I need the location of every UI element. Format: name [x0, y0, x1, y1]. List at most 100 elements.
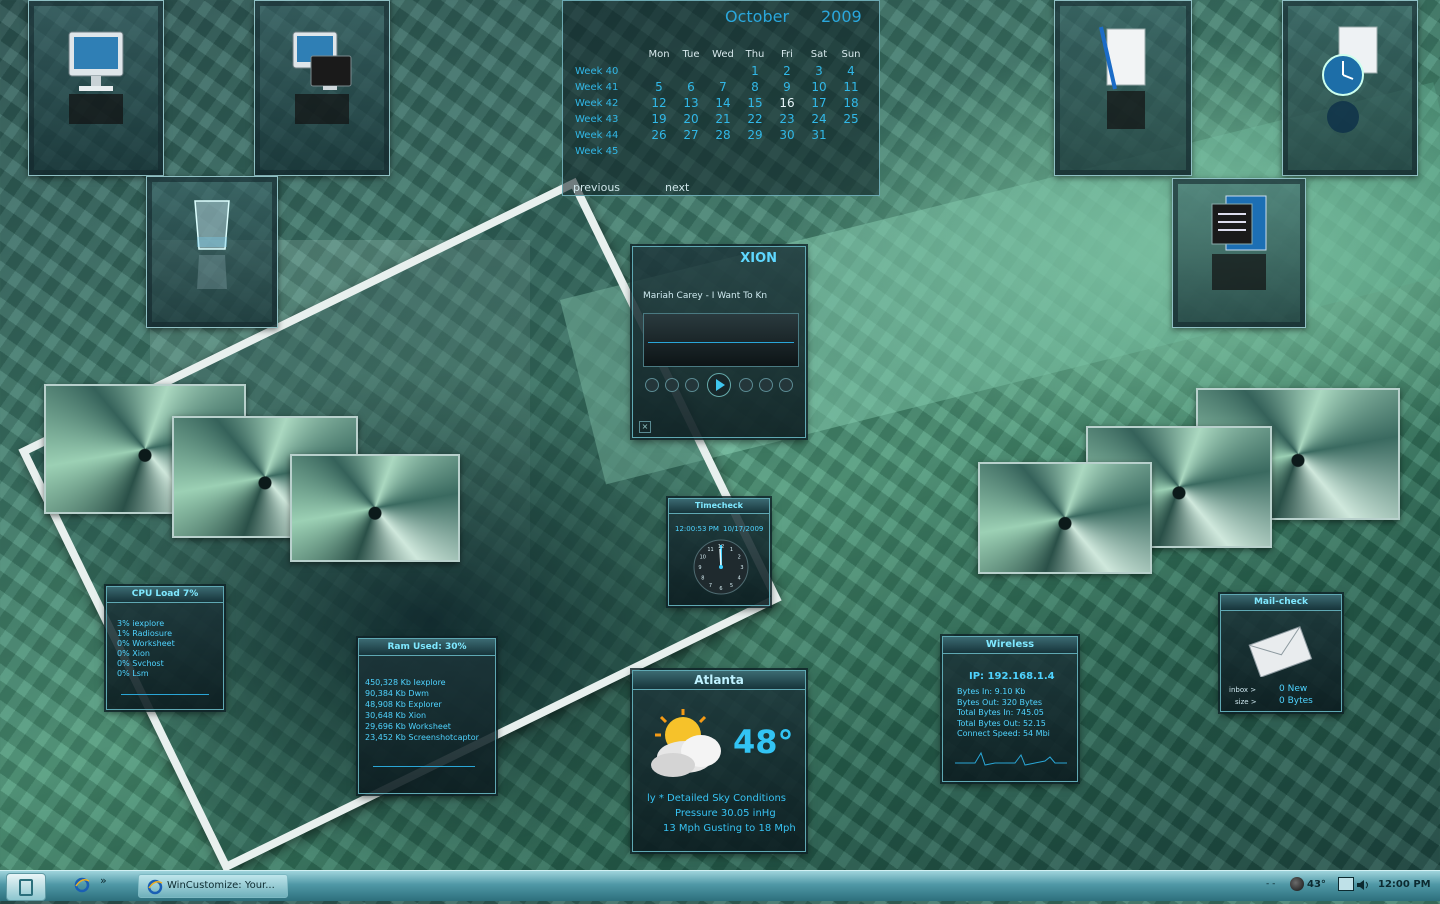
previous-track-icon[interactable]	[665, 378, 679, 392]
mail-size-value: 0 Bytes	[1279, 696, 1313, 706]
play-icon[interactable]	[707, 373, 731, 397]
start-button[interactable]	[6, 873, 46, 901]
mail-check-widget: Mail-check inbox > size > 0 New 0 Bytes	[1220, 594, 1342, 712]
calendar-day[interactable]: 27	[675, 127, 707, 143]
clock-number: 9	[698, 565, 701, 571]
network-computers-icon	[292, 31, 352, 124]
calendar-day[interactable]: 10	[803, 79, 835, 95]
ram-process: 23,452 Kb Screenshotcaptor	[365, 733, 479, 742]
calendar-week-label: Week 42	[575, 97, 619, 109]
photo-thumbnail[interactable]	[978, 462, 1152, 574]
media-player-widget: XION Mariah Carey - I Want To Kn ×	[632, 246, 806, 438]
calendar-day[interactable]: 12	[643, 95, 675, 111]
next-track-icon[interactable]	[759, 378, 773, 392]
cpu-process-list: 3% iexplore 1% Radiosure 0% Worksheet 0%…	[117, 619, 175, 679]
calendar-previous-link[interactable]: previous	[573, 181, 620, 194]
calendar-day[interactable]: 23	[771, 111, 803, 127]
calendar-day[interactable]: 14	[707, 95, 739, 111]
tray-volume-icon[interactable]	[1356, 877, 1370, 896]
mail-size-label: size >	[1235, 698, 1257, 706]
quicklaunch-chevron[interactable]: »	[100, 874, 107, 887]
stop-icon[interactable]	[739, 378, 753, 392]
calendar-day[interactable]: 28	[707, 127, 739, 143]
photo-thumbnail[interactable]	[290, 454, 460, 562]
calendar-day	[675, 143, 707, 159]
computer-icon-tile[interactable]	[28, 0, 164, 176]
weekday-label: Wed	[712, 48, 734, 60]
calendar-week-label: Week 43	[575, 113, 619, 125]
cpu-process: 3% iexplore	[117, 619, 165, 628]
calendar-day[interactable]: 3	[803, 63, 835, 79]
ram-process: 29,696 Kb Worksheet	[365, 722, 451, 731]
weather-wind: 13 Mph Gusting to 18 Mph	[663, 823, 796, 834]
calendar-next-link[interactable]: next	[665, 181, 689, 194]
calendar-day[interactable]: 11	[835, 79, 867, 95]
calendar-day[interactable]: 2	[771, 63, 803, 79]
calendar-day[interactable]: 5	[643, 79, 675, 95]
calendar-day[interactable]: 26	[643, 127, 675, 143]
calendar-day[interactable]: 7	[707, 79, 739, 95]
calendar-day[interactable]: 4	[835, 63, 867, 79]
calendar-day[interactable]: 25	[835, 111, 867, 127]
quicklaunch-ie-icon[interactable]	[74, 877, 90, 893]
player-close-icon[interactable]: ×	[639, 421, 651, 433]
calendar-day[interactable]: 1	[739, 63, 771, 79]
calendar-day[interactable]: 17	[803, 95, 835, 111]
clock-number: 10	[700, 555, 706, 561]
tray-network-icon[interactable]	[1338, 877, 1354, 891]
calendar-week-row: Week 40 1 2 3 4	[575, 63, 867, 79]
clock-number: 1	[730, 547, 733, 553]
start-icon	[19, 879, 33, 896]
calendar-day[interactable]: 22	[739, 111, 771, 127]
timecheck-widget: Timecheck 12:00:53 PM 10/17/2009 12 1 2 3 4 5…	[668, 498, 770, 606]
cpu-title: CPU Load 7%	[107, 587, 223, 603]
recycle-bin-tile[interactable]	[146, 176, 278, 328]
ram-process: 30,648 Kb Xion	[365, 711, 427, 720]
calendar-day[interactable]: 19	[643, 111, 675, 127]
tray-weather-icon[interactable]	[1290, 877, 1304, 891]
clock-number: 11	[707, 547, 713, 553]
player-controls	[643, 373, 797, 397]
cpu-process: 0% Lsm	[117, 669, 149, 678]
calendar-grid: Mon Tue Wed Thu Fri Sat Sun Week 40 1 2 3 4 W…	[575, 45, 867, 159]
calendar-body: Week 40 1 2 3 4 Week 41 5 6 7 8 9 10 11 Week 42 12 13 14…	[575, 63, 867, 159]
calendar-day[interactable]: 21	[707, 111, 739, 127]
taskbar-window-button[interactable]: WinCustomize: Your...	[138, 874, 288, 898]
cpu-load-widget: CPU Load 7% 3% iexplore 1% Radiosure 0% …	[106, 586, 224, 710]
ie-icon	[147, 879, 163, 895]
calendar-day[interactable]: 6	[675, 79, 707, 95]
calendar-day[interactable]: 8	[739, 79, 771, 95]
calendar-day[interactable]: 30	[771, 127, 803, 143]
calendar-day[interactable]: 9	[771, 79, 803, 95]
calendar-day[interactable]: 20	[675, 111, 707, 127]
clock-number: 12	[718, 544, 724, 550]
calendar-day[interactable]: 13	[675, 95, 707, 111]
calendar-month: October	[725, 7, 790, 26]
partly-cloudy-icon	[651, 709, 721, 777]
calendar-week-row: Week 42 12 13 14 15 16 17 18	[575, 95, 867, 111]
calendar-day[interactable]: 15	[739, 95, 771, 111]
calendar-day[interactable]: 29	[739, 127, 771, 143]
notes-icon-tile[interactable]	[1172, 178, 1306, 328]
wireless-widget: Wireless IP: 192.168.1.4 Bytes In: 9.10 …	[942, 636, 1078, 782]
documents-icon-tile[interactable]	[1054, 0, 1192, 176]
calendar-week-label: Week 45	[575, 145, 619, 157]
tray-clock[interactable]: 12:00 PM	[1378, 879, 1431, 890]
visualizer-line	[648, 342, 794, 343]
playlist-icon[interactable]	[779, 378, 793, 392]
pause-icon[interactable]	[685, 378, 699, 392]
clock-number: 5	[730, 583, 733, 589]
network-icon-tile[interactable]	[254, 0, 390, 176]
clock-icon-tile[interactable]	[1282, 0, 1418, 176]
calendar-day	[675, 63, 707, 79]
calendar-day[interactable]: 16	[771, 95, 803, 111]
calendar-day[interactable]: 24	[803, 111, 835, 127]
ram-process: 48,908 Kb Explorer	[365, 700, 442, 709]
envelope-icon[interactable]	[1247, 625, 1313, 677]
calendar-day[interactable]: 18	[835, 95, 867, 111]
calendar-week-row: Week 45	[575, 143, 867, 159]
eject-icon[interactable]	[645, 378, 659, 392]
monitor-icon	[68, 31, 124, 124]
ram-process-list: 450,328 Kb Iexplore 90,384 Kb Dwm 48,908…	[365, 677, 479, 743]
calendar-day[interactable]: 31	[803, 127, 835, 143]
